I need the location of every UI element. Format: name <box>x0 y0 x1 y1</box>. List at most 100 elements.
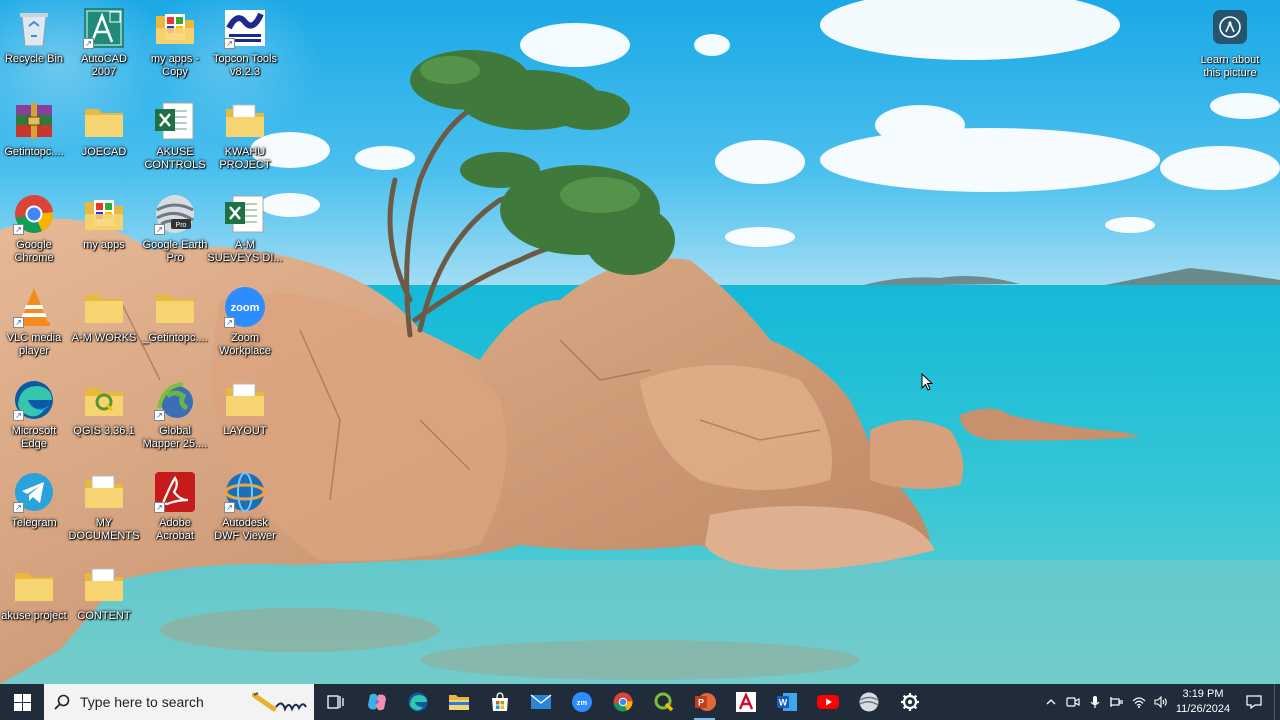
desktop-icon-label: AutoCAD 2007 <box>81 53 127 78</box>
getintopc-folder-icon <box>153 285 197 329</box>
desktop-icon-label: QGIS 3.36.1 <box>73 425 135 437</box>
google-earth-pro-icon: Pro ↗ <box>153 192 197 236</box>
svg-text:P: P <box>697 698 703 708</box>
kwahu-project-folder-shortcut[interactable]: KWAHU PROJECT <box>208 99 282 189</box>
desktop-icon-label: Global Mapper 25.... <box>142 425 208 450</box>
autocad-shortcut[interactable]: ↗ AutoCAD 2007 <box>67 6 141 96</box>
global-mapper-shortcut[interactable]: ↗ Global Mapper 25.... <box>138 378 212 468</box>
desktop-icon-label: A-M SUEVEYS DI... <box>207 239 283 264</box>
my-apps-folder-shortcut[interactable]: my apps <box>67 192 141 282</box>
telegram-icon: ↗ <box>12 470 56 514</box>
a-m-surveys-shortcut[interactable]: A-M SUEVEYS DI... <box>207 192 283 282</box>
shortcut-arrow-icon: ↗ <box>83 38 94 49</box>
microphone-icon[interactable] <box>1084 684 1106 720</box>
shortcut-arrow-icon: ↗ <box>224 502 235 513</box>
word-icon[interactable]: W <box>766 684 807 720</box>
telegram-shortcut[interactable]: ↗ Telegram <box>0 470 71 560</box>
my-documents-folder-shortcut[interactable]: MY DOCUMENTS <box>67 470 141 560</box>
shortcut-arrow-icon: ↗ <box>13 410 24 421</box>
desktop-icon-label: Adobe Acrobat <box>156 517 194 542</box>
microsoft-store-icon[interactable] <box>479 684 520 720</box>
show-hidden-icons-chevron-icon[interactable] <box>1040 684 1062 720</box>
volume-icon[interactable] <box>1150 684 1172 720</box>
google-chrome-shortcut[interactable]: ↗ Google Chrome <box>0 192 71 282</box>
google-earth-taskbar-icon[interactable] <box>848 684 889 720</box>
joecad-folder-shortcut[interactable]: JOECAD <box>67 99 141 189</box>
desktop-icon-label: Topcon Tools v8.2.3 <box>212 53 277 78</box>
start-button[interactable] <box>0 684 44 720</box>
my-apps-copy-icon <box>153 6 197 50</box>
desktop-icon-label: Microsoft Edge <box>11 425 57 450</box>
desktop-icon-label: _Getintopc.... <box>142 332 208 344</box>
getintopc-folder-shortcut[interactable]: _Getintopc.... <box>138 285 212 375</box>
system-tray: 3:19 PM 11/26/2024 <box>1040 684 1280 720</box>
microsoft-edge-shortcut[interactable]: ↗ Microsoft Edge <box>0 378 71 468</box>
desktop-icon-label: CONTENT <box>77 610 131 622</box>
global-mapper-icon: ↗ <box>153 378 197 422</box>
taskbar: Type here to search zm P W 3:19 PM 11/26/ <box>0 684 1280 720</box>
autocad-taskbar-icon[interactable] <box>725 684 766 720</box>
file-explorer-icon[interactable] <box>438 684 479 720</box>
youtube-icon[interactable] <box>807 684 848 720</box>
akuse-controls-shortcut[interactable]: AKUSE CONTROLS <box>138 99 212 189</box>
microsoft-edge-icon: ↗ <box>12 378 56 422</box>
topcon-tools-shortcut[interactable]: ↗ Topcon Tools v8.2.3 <box>208 6 282 96</box>
meet-now-icon[interactable] <box>1062 684 1084 720</box>
vlc-media-player-icon: ↗ <box>12 285 56 329</box>
akuse-controls-icon <box>153 99 197 143</box>
desktop-icon-label: Google Chrome <box>14 239 54 264</box>
autocad-icon: ↗ <box>82 6 126 50</box>
qgis-shortcut[interactable]: QGIS 3.36.1 <box>67 378 141 468</box>
recycle-bin-icon <box>12 6 56 50</box>
qgis-taskbar-icon[interactable] <box>643 684 684 720</box>
shortcut-arrow-icon: ↗ <box>154 410 165 421</box>
desktop-icon-label: A-M WORKS <box>71 332 137 344</box>
edge-taskbar-icon[interactable] <box>397 684 438 720</box>
shortcut-arrow-icon: ↗ <box>224 38 235 49</box>
getintopc-archive-shortcut[interactable]: Getintopc.... <box>0 99 71 189</box>
content-folder-icon <box>82 563 126 607</box>
topcon-tools-icon: ↗ <box>223 6 267 50</box>
learn-about-picture[interactable]: Learn about this picture <box>1196 10 1264 80</box>
settings-gear-icon[interactable] <box>889 684 930 720</box>
my-apps-copy-shortcut[interactable]: my apps - Copy <box>138 6 212 96</box>
adobe-acrobat-shortcut[interactable]: ↗ Adobe Acrobat <box>138 470 212 560</box>
akuse-project-folder-shortcut[interactable]: akuse project <box>0 563 71 653</box>
search-highlight-pen-icon <box>252 692 307 712</box>
windows-logo-icon <box>13 693 31 711</box>
autodesk-dwf-viewer-shortcut[interactable]: ↗ Autodesk DWF Viewer <box>208 470 282 560</box>
taskbar-pinned-apps: zm P W <box>315 684 930 720</box>
content-folder-shortcut[interactable]: CONTENT <box>67 563 141 653</box>
notification-center-icon[interactable] <box>1234 684 1274 720</box>
google-earth-pro-shortcut[interactable]: Pro ↗ Google Earth Pro <box>138 192 212 282</box>
learn-about-label: Learn about this picture <box>1200 54 1260 79</box>
mail-icon[interactable] <box>520 684 561 720</box>
clock-time: 3:19 PM <box>1182 688 1224 700</box>
desktop-icon-label: Google Earth Pro <box>142 239 208 264</box>
shortcut-arrow-icon: ↗ <box>13 317 24 328</box>
zoom-workplace-shortcut[interactable]: zoom ↗ Zoom Workplace <box>208 285 282 375</box>
desktop-icon-label: Telegram <box>11 517 57 529</box>
desktop-icon-label: Autodesk DWF Viewer <box>214 517 276 542</box>
recycle-bin-shortcut[interactable]: Recycle Bin <box>0 6 71 96</box>
clock[interactable]: 3:19 PM 11/26/2024 <box>1172 687 1234 717</box>
power-plug-icon[interactable] <box>1106 684 1128 720</box>
search-icon <box>54 694 70 710</box>
layout-folder-shortcut[interactable]: LAYOUT <box>208 378 282 468</box>
zoom-taskbar-icon[interactable]: zm <box>561 684 602 720</box>
shortcut-arrow-icon: ↗ <box>154 502 165 513</box>
a-m-works-folder-shortcut[interactable]: A-M WORKS <box>67 285 141 375</box>
joecad-folder-icon <box>82 99 126 143</box>
task-view-icon[interactable] <box>315 684 356 720</box>
autodesk-dwf-viewer-icon: ↗ <box>223 470 267 514</box>
chrome-taskbar-icon[interactable] <box>602 684 643 720</box>
taskbar-search-box[interactable]: Type here to search <box>44 684 314 720</box>
copilot-icon[interactable] <box>356 684 397 720</box>
wifi-icon[interactable] <box>1128 684 1150 720</box>
svg-text:Pro: Pro <box>176 222 187 229</box>
shortcut-arrow-icon: ↗ <box>13 502 24 513</box>
my-apps-folder-icon <box>82 192 126 236</box>
vlc-media-player-shortcut[interactable]: ↗ VLC media player <box>0 285 71 375</box>
show-desktop-button[interactable] <box>1274 684 1280 720</box>
powerpoint-icon[interactable]: P <box>684 684 725 720</box>
